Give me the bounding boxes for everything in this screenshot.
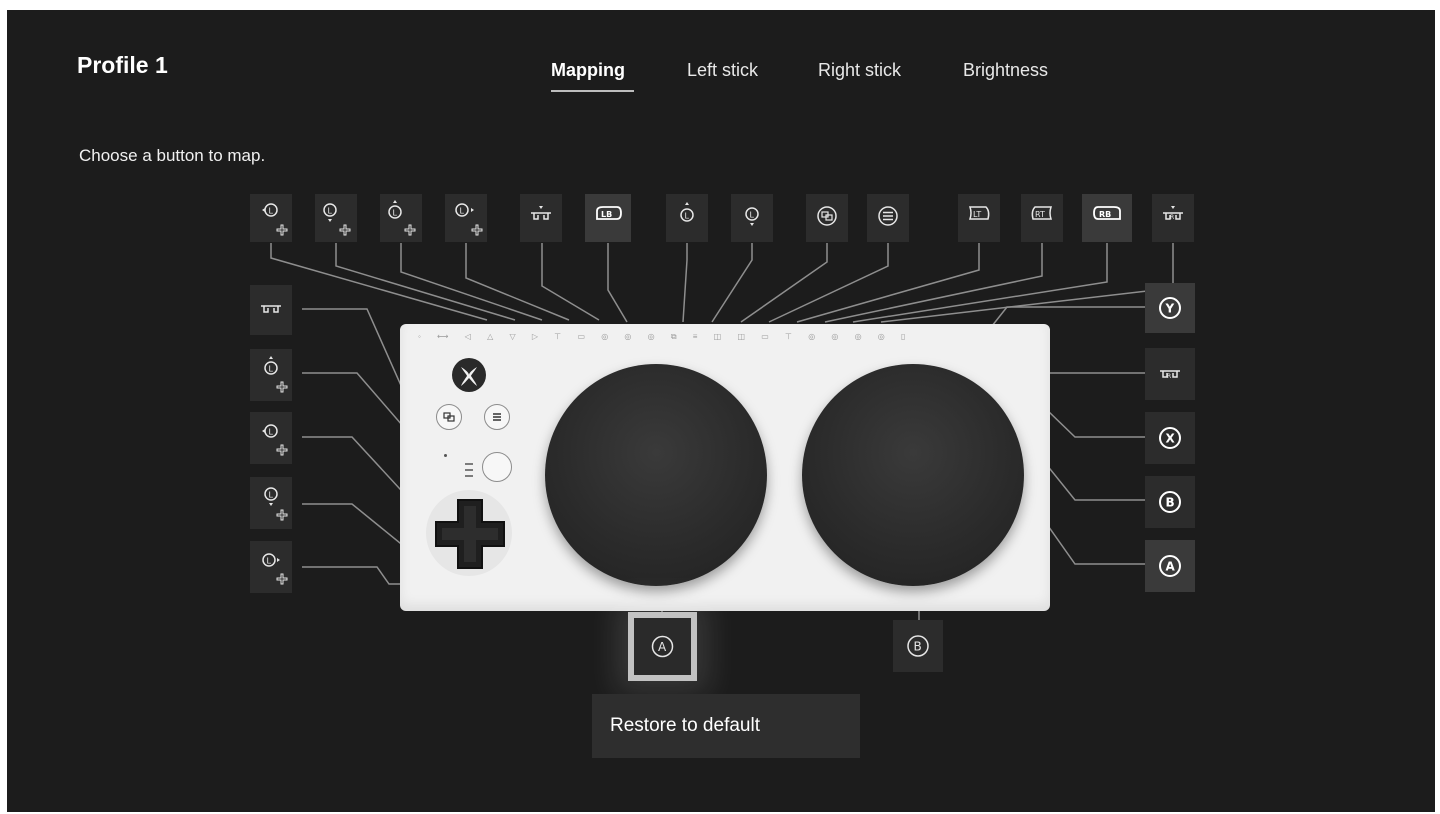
svg-text:A: A (658, 640, 667, 654)
svg-text:Y: Y (1165, 302, 1175, 316)
svg-text:B: B (914, 640, 922, 654)
instruction-text: Choose a button to map. (79, 146, 266, 165)
map-slot-left-column-down[interactable]: L (250, 477, 292, 529)
svg-text:L: L (685, 212, 690, 221)
left-stick-up-dpad-icon: L (388, 200, 416, 236)
menu-button-icon (878, 206, 898, 226)
map-slot-lt[interactable]: LT (958, 194, 1000, 242)
port-strip: ◦ ⟷ ◁ △ ▽ ▷ ⊤ ▭ ◎ ◎ ◎ ⧉ ≡ ◫ ◫ ▭ ⊤ ◎ ◎ ◎ … (418, 332, 913, 341)
svg-text:L: L (269, 428, 274, 437)
map-slot-left-column-trigger[interactable] (250, 285, 292, 335)
map-slot-rb[interactable]: RB (1082, 194, 1132, 242)
left-stick-right-dpad-icon: L (262, 553, 288, 585)
y-button-icon: Y (1159, 297, 1181, 319)
map-slot-left-column-up[interactable]: L (250, 349, 292, 401)
map-slot-view[interactable] (806, 194, 848, 242)
rt-trigger-icon: RT (1031, 206, 1053, 220)
b-button-icon: B (907, 635, 929, 657)
left-stick-down-dpad-icon: L (264, 487, 288, 521)
tab-mapping[interactable]: Mapping (551, 60, 625, 81)
left-stick-left-dpad-icon: L (262, 203, 288, 236)
map-slot-rt[interactable]: RT (1021, 194, 1063, 242)
map-slot-b[interactable]: B (1145, 476, 1195, 528)
map-slot-left-stick-left-dpad[interactable]: L (250, 194, 292, 242)
map-slot-menu[interactable] (867, 194, 909, 242)
map-slot-y[interactable]: Y (1145, 283, 1195, 333)
left-trigger-press-icon (261, 305, 281, 313)
profile-title: Profile 1 (77, 52, 168, 78)
profile-button (482, 452, 512, 482)
right-trigger-press-icon: R (1160, 370, 1180, 380)
svg-text:L: L (750, 211, 755, 220)
lb-bumper-icon: LB (596, 206, 622, 220)
map-slot-big-button-a-selected[interactable]: A (628, 612, 697, 681)
tab-right-stick[interactable]: Right stick (818, 60, 901, 81)
left-stick-down-dpad-icon: L (323, 203, 351, 236)
big-button-a[interactable] (545, 364, 767, 586)
adaptive-controller: ◦ ⟷ ◁ △ ▽ ▷ ⊤ ▭ ◎ ◎ ◎ ⧉ ≡ ◫ ◫ ▭ ⊤ ◎ ◎ ◎ … (400, 324, 1050, 611)
left-stick-left-dpad-icon: L (262, 424, 288, 456)
map-slot-big-button-b[interactable]: B (893, 620, 943, 672)
map-slot-left-column-right[interactable]: L (250, 541, 292, 593)
svg-text:R: R (1170, 214, 1174, 221)
view-button-icon (436, 404, 462, 430)
svg-text:L: L (269, 207, 274, 216)
svg-text:R: R (1167, 373, 1171, 380)
menu-button-icon (484, 404, 510, 430)
svg-text:L: L (269, 491, 274, 500)
left-stick-right-dpad-icon: L (455, 203, 483, 236)
view-button-icon (817, 206, 837, 226)
b-button-icon: B (1159, 491, 1181, 513)
svg-text:L: L (393, 209, 398, 218)
profile-indicator-icon (464, 462, 474, 483)
map-slot-left-stick-down[interactable]: L (731, 194, 773, 242)
left-stick-up-dpad-icon: L (264, 356, 288, 393)
svg-text:L: L (269, 365, 274, 374)
left-stick-down-icon: L (745, 207, 759, 226)
svg-text:RT: RT (1035, 210, 1045, 219)
svg-text:B: B (1166, 496, 1175, 510)
tab-left-stick[interactable]: Left stick (687, 60, 758, 81)
svg-text:L: L (267, 557, 272, 566)
map-slot-x[interactable]: X (1145, 412, 1195, 464)
map-slot-left-stick-up-dpad[interactable]: L (380, 194, 422, 242)
big-button-b[interactable] (802, 364, 1024, 586)
rb-bumper-icon: RB (1093, 206, 1121, 220)
svg-text:LT: LT (973, 210, 981, 219)
map-slot-left-stick-down-dpad[interactable]: L (315, 194, 357, 242)
lt-trigger-icon: LT (968, 206, 990, 220)
adaptive-controller-mapping-screen: Profile 1 Mapping Left stick Right stick… (7, 10, 1435, 812)
svg-text:A: A (1166, 560, 1176, 574)
svg-text:RB: RB (1099, 210, 1111, 219)
tab-brightness[interactable]: Brightness (963, 60, 1048, 81)
left-trigger-press-icon (531, 206, 551, 220)
map-slot-left-stick-right-dpad[interactable]: L (445, 194, 487, 242)
svg-text:LB: LB (601, 210, 612, 219)
led-indicator (444, 454, 447, 457)
map-slot-left-column-left[interactable]: L (250, 412, 292, 464)
svg-text:L: L (328, 207, 333, 216)
a-button-icon: A (651, 635, 674, 658)
a-button-icon: A (1159, 555, 1181, 577)
left-stick-up-icon: L (680, 202, 694, 222)
restore-to-default-button[interactable]: Restore to default (592, 694, 860, 758)
svg-text:L: L (460, 207, 465, 216)
map-slot-left-trigger-press[interactable] (520, 194, 562, 242)
x-button-icon: X (1159, 427, 1181, 449)
svg-text:X: X (1166, 432, 1176, 446)
map-slot-a[interactable]: A (1145, 540, 1195, 592)
dpad-icon (435, 499, 505, 569)
map-slot-right-trigger-press[interactable]: R (1152, 194, 1194, 242)
active-tab-indicator (551, 90, 634, 92)
right-trigger-press-icon: R (1163, 206, 1183, 221)
map-slot-left-stick-up[interactable]: L (666, 194, 708, 242)
map-slot-lb[interactable]: LB (585, 194, 631, 242)
xbox-logo-icon (452, 358, 486, 392)
map-slot-right-trigger[interactable]: R (1145, 348, 1195, 400)
